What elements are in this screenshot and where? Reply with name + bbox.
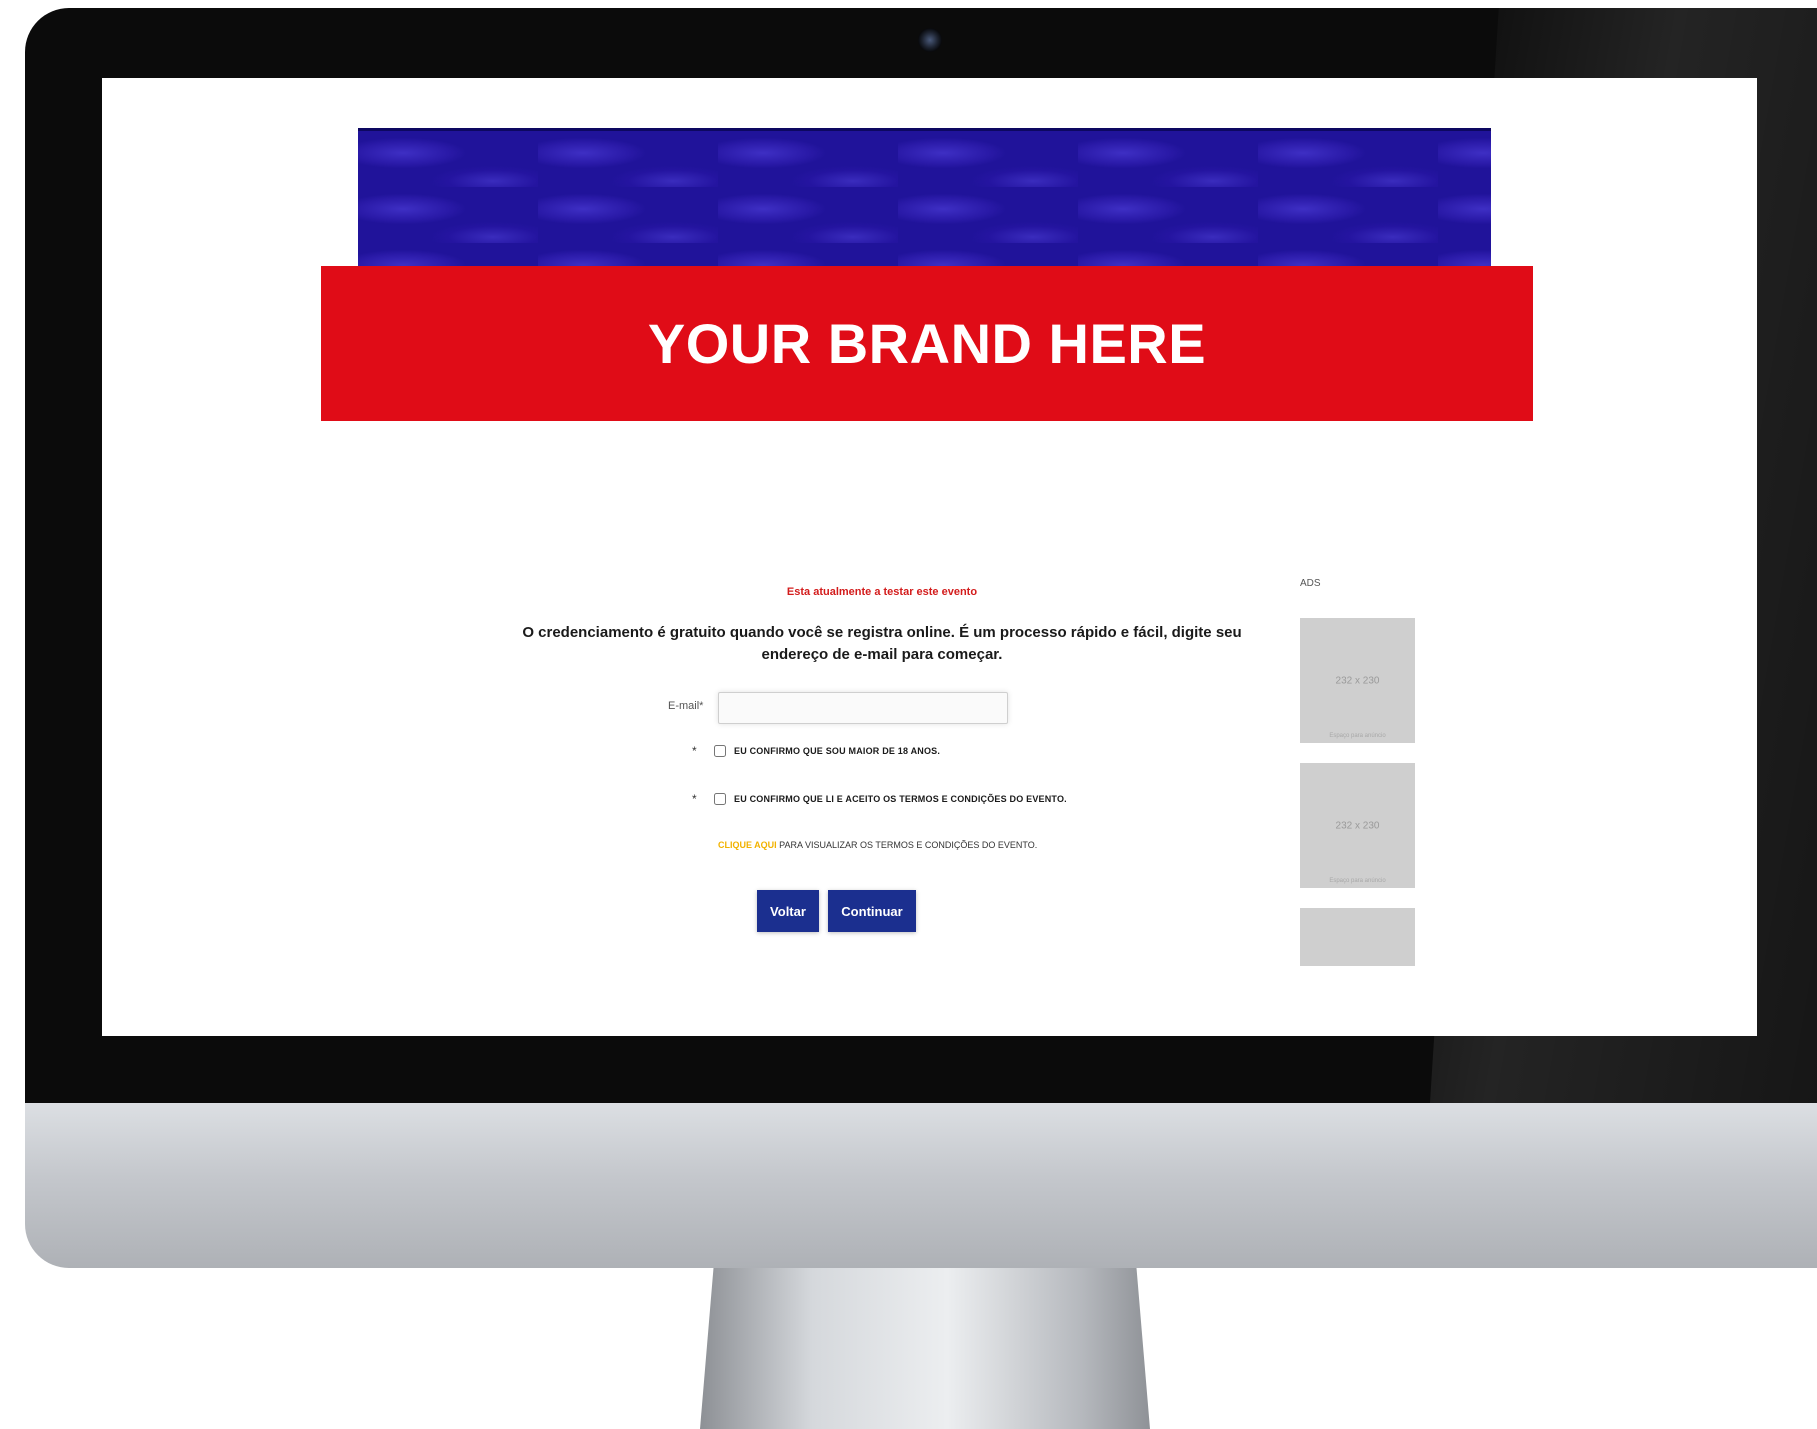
monitor-stand [700, 1268, 1150, 1429]
ad-box-3[interactable] [1300, 908, 1415, 966]
terms-confirm-checkbox[interactable] [714, 793, 726, 805]
terms-confirm-label: EU CONFIRMO QUE LI E ACEITO OS TERMOS E … [734, 794, 1067, 804]
ad-caption: Espaço para anúncio [1329, 878, 1386, 884]
banner-pattern [358, 128, 1491, 269]
age-confirm-label: EU CONFIRMO QUE SOU MAIOR DE 18 ANOS. [734, 746, 941, 756]
required-mark: * [692, 744, 697, 758]
test-alert: Esta atualmente a testar este evento [786, 586, 978, 598]
back-button[interactable]: Voltar [757, 890, 819, 932]
required-mark: * [692, 792, 697, 806]
email-input[interactable] [718, 692, 1008, 724]
ads-label: ADS [1300, 578, 1321, 589]
terms-confirm-row: * EU CONFIRMO QUE LI E ACEITO OS TERMOS … [692, 792, 1067, 806]
brand-bar: YOUR BRAND HERE [321, 266, 1533, 421]
terms-text: PARA VISUALIZAR OS TERMOS E CONDIÇÕES DO… [776, 840, 1038, 850]
terms-link[interactable]: CLIQUE AQUI [718, 840, 777, 850]
brand-text: YOUR BRAND HERE [647, 312, 1207, 375]
ad-box-2[interactable]: 232 x 230 Espaço para anúncio [1300, 763, 1415, 888]
age-confirm-row: * EU CONFIRMO QUE SOU MAIOR DE 18 ANOS. [692, 744, 940, 758]
terms-line: CLIQUE AQUI PARA VISUALIZAR OS TERMOS E … [718, 840, 1037, 850]
age-confirm-checkbox[interactable] [714, 745, 726, 757]
registration-form: Esta atualmente a testar este evento O c… [482, 578, 1282, 998]
ad-box-1[interactable]: 232 x 230 Espaço para anúncio [1300, 618, 1415, 743]
ad-size-label: 232 x 230 [1335, 675, 1380, 686]
continue-button[interactable]: Continuar [828, 890, 916, 932]
screen: YOUR BRAND HERE Esta atualmente a testar… [102, 78, 1757, 1036]
ad-size-label: 232 x 230 [1335, 820, 1380, 831]
camera-icon [918, 28, 942, 52]
email-label: E-mail* [668, 700, 704, 712]
ad-caption: Espaço para anúncio [1329, 733, 1386, 739]
monitor-chin [25, 1103, 1817, 1268]
intro-text: O credenciamento é gratuito quando você … [522, 624, 1242, 663]
